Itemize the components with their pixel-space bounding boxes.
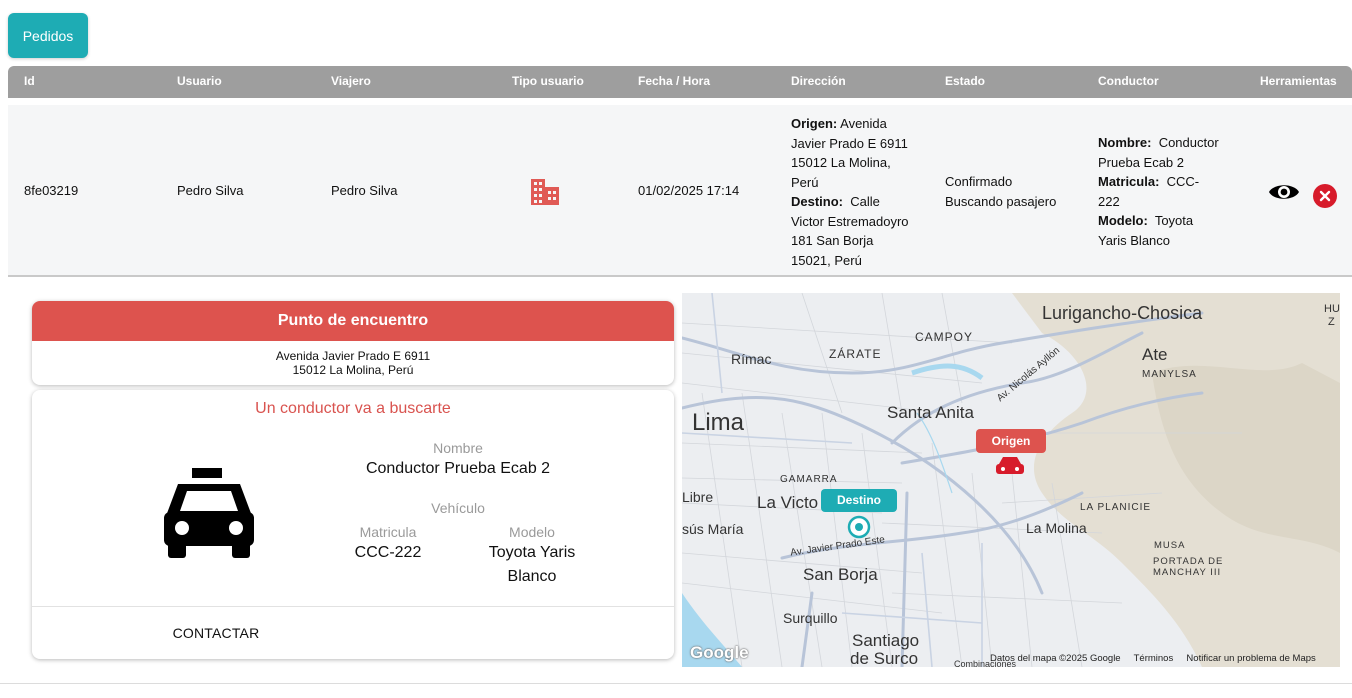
cell-direccion: Origen: Avenida Javier Prado E 6911 1501… [791, 116, 909, 268]
map-label-zarate: ZÁRATE [829, 347, 882, 361]
map-data-credit: Datos del mapa ©2025 Google [990, 653, 1121, 664]
google-logo: Google [690, 643, 749, 662]
destination-marker[interactable]: Destino [821, 489, 897, 512]
model-value: Toyota Yaris Blanco [488, 544, 576, 585]
building-icon [531, 179, 559, 211]
header-viajero: Viajero [331, 74, 371, 88]
map-label-musa: MUSA [1154, 540, 1186, 551]
header-direccion: Dirección [791, 74, 846, 88]
taxi-icon [162, 466, 256, 560]
driver-name-label: Nombre [433, 440, 483, 456]
driver-card-title: Un conductor va a buscarte [255, 400, 451, 417]
header-usuario: Usuario [177, 74, 222, 88]
map-label-lurigancho: Lurigancho-Chosica [1042, 303, 1203, 323]
map-label-lima: Lima [692, 409, 745, 436]
report-problem-link[interactable]: Notificar un problema de Maps [1186, 653, 1315, 664]
close-icon[interactable] [1313, 184, 1337, 208]
map-label-campoy: CAMPOY [915, 330, 974, 344]
model-label: Modelo [509, 524, 555, 540]
cell-estado: Confirmado Buscando pasajero [945, 174, 1057, 209]
cell-id: 8fe03219 [24, 183, 79, 199]
map-label-gamarra: GAMARRA [780, 474, 838, 485]
contact-button[interactable]: CONTACTAR [152, 618, 280, 648]
map-footer: Datos del mapa ©2025 Google Términos Not… [990, 653, 1316, 664]
map-label-portada-2: MANCHAY III [1153, 567, 1222, 578]
map-label-libre: Libre [682, 489, 714, 505]
terms-link[interactable]: Términos [1134, 653, 1174, 664]
header-conductor: Conductor [1098, 74, 1159, 88]
map-label-la-molina: La Molina [1026, 520, 1087, 536]
driver-name-value: Conductor Prueba Ecab 2 [365, 460, 551, 477]
divider [32, 606, 674, 607]
map-label-san-borja: San Borja [803, 565, 878, 584]
map-label-ate: Ate [1142, 345, 1168, 364]
header-fecha-hora: Fecha / Hora [638, 74, 711, 88]
origin-marker[interactable]: Origen [976, 429, 1046, 453]
cell-usuario: Pedro Silva [177, 183, 244, 199]
cell-conductor: Nombre: Conductor Prueba Ecab 2 Matricul… [1098, 135, 1219, 248]
map-label-santa-anita: Santa Anita [887, 403, 974, 422]
map-label-de-surco: de Surco [850, 649, 919, 667]
header-estado: Estado [945, 74, 986, 88]
plate-value: CCC-222 [354, 544, 422, 561]
header-herramientas: Herramientas [1260, 74, 1337, 88]
table-header: Id Usuario Viajero Tipo usuario Fecha / … [8, 66, 1352, 98]
map-label-santiago: Santiago [852, 631, 920, 650]
map-label-rimac: Rímac [731, 351, 772, 367]
meeting-point-address: Avenida Javier Prado E 6911 15012 La Mol… [275, 349, 431, 377]
cell-fecha: 01/02/2025 17:14 [638, 183, 740, 199]
map-label-la-planicie: LA PLANICIE [1080, 502, 1152, 513]
pedidos-tab-button[interactable]: Pedidos [8, 13, 88, 58]
map-label-manylsa: MANYLSA [1142, 369, 1197, 380]
map[interactable]: Lurigancho-Chosica CAMPOY Rímac ZÁRATE A… [682, 293, 1340, 667]
header-tipo-usuario: Tipo usuario [512, 74, 584, 88]
table-row[interactable]: 8fe03219 Pedro Silva Pedro Silva 01/02/2… [8, 105, 1352, 277]
map-label-z: Z [1328, 316, 1335, 328]
map-label-hu: HU [1324, 303, 1340, 315]
map-label-jesus-maria: sús María [682, 521, 744, 537]
driver-card: Un conductor va a buscarte Nombre Conduc… [32, 390, 674, 659]
map-label-la-victoria: La Victo [757, 493, 819, 512]
map-label-portada-1: PORTADA DE [1153, 556, 1224, 567]
eye-icon[interactable] [1268, 181, 1300, 203]
map-label-surquillo: Surquillo [783, 610, 838, 626]
bottom-divider [0, 683, 1352, 684]
meeting-point-title: Punto de encuentro [32, 301, 674, 341]
plate-label: Matricula [359, 524, 417, 540]
meeting-point-card: Punto de encuentro Avenida Javier Prado … [32, 301, 674, 385]
header-id: Id [24, 74, 35, 88]
cell-viajero: Pedro Silva [331, 183, 398, 199]
vehicle-label: Vehículo [431, 500, 485, 516]
